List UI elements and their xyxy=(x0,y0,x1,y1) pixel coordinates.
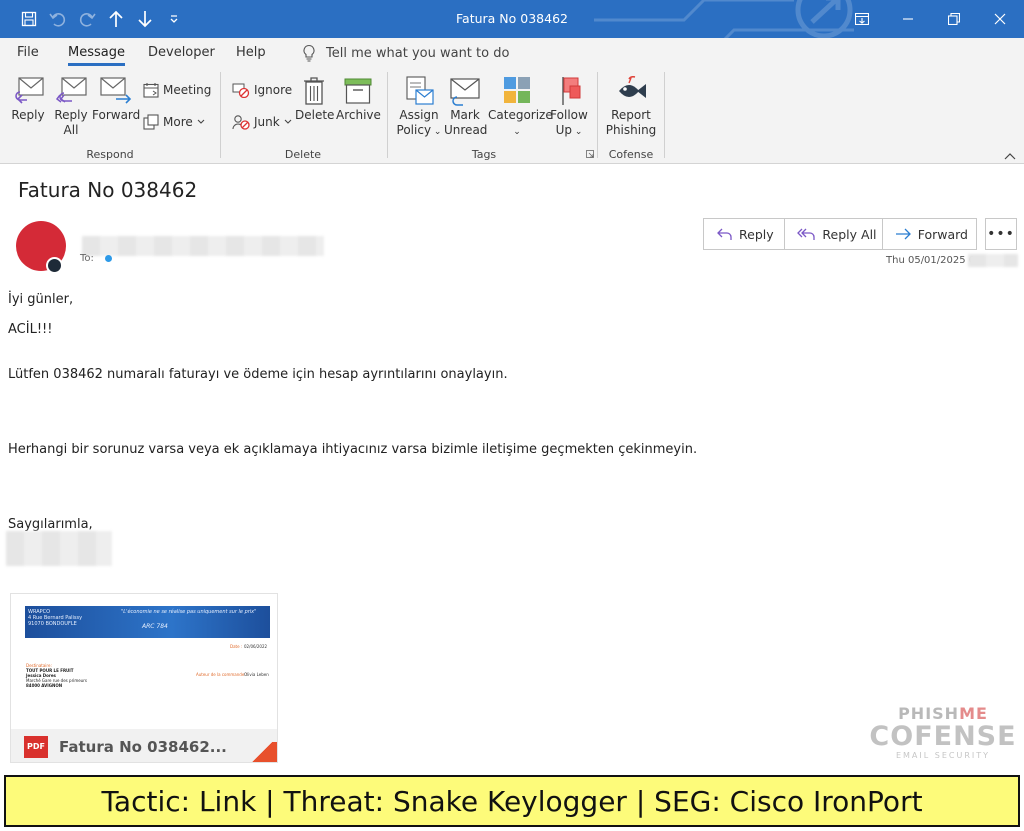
attachment-footer: PDF Fatura No 038462... xyxy=(11,729,277,762)
menu-bar: File Message Developer Help Tell me what… xyxy=(0,38,1024,68)
lightbulb-icon xyxy=(303,44,315,62)
chevron-down-icon xyxy=(284,119,292,124)
preview-recipient: Destinataire: TOUT POUR LE FRUIT Jessica… xyxy=(26,663,87,688)
message-actions: Reply Reply All Forward xyxy=(703,218,977,250)
follow-up-button[interactable]: Follow Up ⌄ xyxy=(548,76,590,140)
group-divider xyxy=(387,72,388,158)
chevron-down-icon xyxy=(197,119,205,124)
message-subject: Fatura No 038462 xyxy=(18,178,198,202)
reply-icon xyxy=(15,77,44,104)
body-greeting: İyi günler, xyxy=(8,292,74,307)
trash-icon xyxy=(304,77,324,105)
threat-banner: Tactic: Link | Threat: Snake Keylogger |… xyxy=(4,775,1020,827)
tab-developer[interactable]: Developer xyxy=(148,45,215,60)
tab-file[interactable]: File xyxy=(17,45,39,60)
collapse-ribbon-icon[interactable] xyxy=(1004,152,1016,160)
reply-all-icon xyxy=(55,77,87,103)
reply-arrow-icon xyxy=(717,228,732,240)
forward-icon xyxy=(100,77,132,104)
fish-icon xyxy=(619,76,646,98)
message-date: Thu 05/01/2025 0 xyxy=(886,255,976,266)
preview-header-band: WRAPCO 4 Rue Bernard Palissy 91070 BONDO… xyxy=(25,606,270,638)
tell-me-search[interactable]: Tell me what you want to do xyxy=(302,44,509,62)
attachment-name[interactable]: Fatura No 038462... xyxy=(59,738,227,756)
presence-status-icon xyxy=(46,257,63,274)
pdf-icon: PDF xyxy=(24,735,48,758)
redacted-time xyxy=(968,254,1018,267)
to-label: To: xyxy=(80,253,94,264)
reply-action-button[interactable]: Reply xyxy=(704,219,786,249)
categorize-button[interactable]: Categorize ⌄ xyxy=(488,76,553,140)
junk-button[interactable]: Junk xyxy=(232,114,292,130)
cofense-group-label: Cofense xyxy=(608,148,654,161)
recipient-dot-icon xyxy=(105,255,112,262)
junk-icon xyxy=(232,115,250,130)
reply-all-arrow-icon xyxy=(797,228,816,240)
redacted-signature xyxy=(6,531,112,566)
reply-all-action-button[interactable]: Reply All xyxy=(785,219,883,249)
group-divider xyxy=(220,72,221,158)
flag-icon xyxy=(562,77,581,105)
ribbon: Reply Reply All Forward Meeting More Res… xyxy=(0,68,1024,164)
ribbon-display-icon[interactable] xyxy=(839,4,885,34)
more-respond-button[interactable]: More xyxy=(143,114,205,130)
group-divider xyxy=(664,72,665,158)
body-line-2: Herhangi bir sorunuz varsa veya ek açıkl… xyxy=(8,442,698,457)
forward-action-button[interactable]: Forward xyxy=(883,219,976,249)
assign-policy-icon xyxy=(406,76,434,105)
page-fold-icon xyxy=(247,742,277,762)
minimize-icon[interactable] xyxy=(885,4,931,34)
reply-button[interactable]: Reply xyxy=(9,76,47,123)
cofense-watermark: PHISHME COFENSE EMAIL SECURITY xyxy=(869,704,1017,761)
tags-group-label: Tags xyxy=(471,148,497,161)
title-bar: Fatura No 038462 xyxy=(0,0,1024,38)
group-divider xyxy=(597,72,598,158)
mark-unread-icon xyxy=(450,78,480,106)
body-signoff: Saygılarımla, xyxy=(8,517,93,532)
categorize-icon xyxy=(504,77,530,103)
restore-icon[interactable] xyxy=(931,4,977,34)
archive-icon xyxy=(344,78,372,104)
delete-group-label: Delete xyxy=(284,148,322,161)
tab-help[interactable]: Help xyxy=(236,45,266,60)
body-line-1: Lütfen 038462 numaralı faturayı ve ödeme… xyxy=(8,367,508,382)
tab-message[interactable]: Message xyxy=(68,45,125,66)
calendar-icon xyxy=(143,83,159,98)
meeting-button[interactable]: Meeting xyxy=(143,82,211,98)
respond-group-label: Respond xyxy=(86,148,134,161)
attachment-card[interactable]: WRAPCO 4 Rue Bernard Palissy 91070 BONDO… xyxy=(10,593,278,763)
assign-policy-button[interactable]: Assign Policy ⌄ xyxy=(396,76,442,140)
report-phishing-button[interactable]: Report Phishing xyxy=(604,76,658,138)
mark-unread-button[interactable]: Mark Unread xyxy=(444,76,487,138)
redacted-sender xyxy=(82,236,324,256)
body-urgent: ACİL!!! xyxy=(8,322,53,337)
ignore-icon xyxy=(232,83,250,98)
ignore-button[interactable]: Ignore xyxy=(232,82,292,98)
delete-button[interactable]: Delete xyxy=(295,76,334,123)
close-icon[interactable] xyxy=(977,4,1023,34)
more-actions-button[interactable]: ••• xyxy=(985,218,1017,250)
forward-arrow-icon xyxy=(895,228,911,240)
tell-me-text: Tell me what you want to do xyxy=(326,45,510,61)
dialog-launcher-icon[interactable] xyxy=(586,150,594,158)
more-respond-icon xyxy=(143,114,159,130)
forward-button[interactable]: Forward xyxy=(92,76,140,123)
reply-all-button[interactable]: Reply All xyxy=(52,76,90,138)
archive-button[interactable]: Archive xyxy=(336,76,381,123)
